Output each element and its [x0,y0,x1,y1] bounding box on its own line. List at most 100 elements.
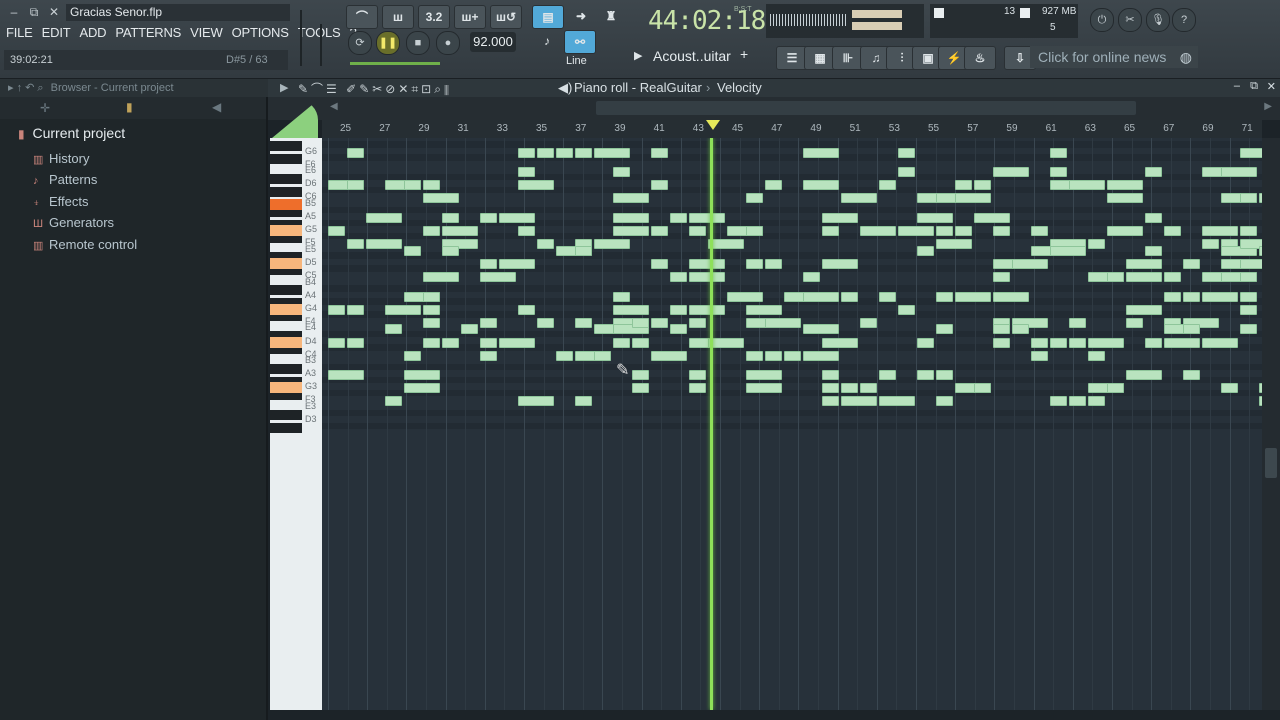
midi-note[interactable] [1126,258,1162,269]
minimize-icon[interactable]: – [1234,80,1240,92]
midi-note[interactable] [955,180,972,191]
midi-note[interactable] [1031,350,1048,361]
black-key[interactable] [270,141,302,151]
midi-note[interactable] [917,370,934,381]
midi-note[interactable] [1202,337,1238,348]
midi-note[interactable] [1145,167,1162,178]
midi-note[interactable] [499,258,535,269]
midi-note[interactable] [1240,272,1257,282]
midi-note[interactable] [1240,304,1257,315]
speaker-icon[interactable]: ◀ [212,100,221,114]
midi-note[interactable] [423,226,440,237]
sort-icon[interactable]: ✛ [40,101,50,115]
midi-note[interactable] [1183,291,1200,302]
pause-button[interactable]: ❚❚ [376,31,400,55]
bar-ruler[interactable]: 25 27 29 31 33 35 37 39 41 43 45 47 49 51 53 55 57 59 61 63… [322,120,1262,138]
browser-item-remote-control[interactable]: ▥ Remote control [33,237,137,252]
midi-note[interactable] [404,350,421,361]
midi-note[interactable] [689,258,725,269]
arrow-icon[interactable]: ▶ [280,81,288,94]
midi-note[interactable] [423,337,440,348]
midi-note[interactable] [803,272,820,282]
menu-patterns[interactable]: PATTERNS [115,25,181,43]
black-key[interactable] [270,186,302,197]
midi-note[interactable] [347,337,364,348]
midi-note[interactable] [1031,337,1048,348]
microphone-icon[interactable]: 🎙 [1146,8,1170,32]
midi-note[interactable] [366,213,402,224]
midi-note[interactable] [841,291,858,302]
tool-icons[interactable]: ✎⌒☰ ✐✎✂⊘✕⌗⊡⌕⫴ [298,80,452,97]
restore-icon[interactable]: ⧉ [1250,80,1258,93]
midi-note[interactable] [898,226,934,237]
midi-note[interactable] [1240,226,1257,237]
midi-note[interactable] [765,317,801,328]
midi-note[interactable] [1126,317,1143,328]
midi-note[interactable] [746,370,782,381]
midi-note[interactable] [404,180,421,191]
midi-note[interactable] [480,213,497,224]
midi-note[interactable] [1031,226,1048,237]
midi-note[interactable] [1202,239,1219,250]
midi-note[interactable] [1221,167,1257,178]
midi-note[interactable] [1183,370,1200,381]
midi-note[interactable] [974,383,991,394]
loop-icon[interactable]: ⟳ [348,31,372,55]
midi-note[interactable] [1164,226,1181,237]
midi-note[interactable] [1069,317,1086,328]
cpu-reset-icon[interactable]: ⏻ [1090,8,1114,32]
midi-note[interactable] [1050,337,1067,348]
midi-note[interactable] [651,350,687,361]
midi-note[interactable] [689,383,706,394]
step-edit-button[interactable]: ш+ [454,5,486,29]
midi-note[interactable] [347,147,364,158]
typing-keyboard-icon[interactable]: ♪ [532,30,562,52]
midi-note[interactable] [1069,180,1105,191]
midi-note[interactable] [936,239,972,250]
midi-note[interactable] [841,396,877,407]
midi-note[interactable] [670,213,687,224]
midi-note[interactable] [651,226,668,237]
black-key[interactable] [270,363,302,374]
menu-file[interactable]: FILE [6,25,33,43]
midi-note[interactable] [936,396,953,407]
midi-note[interactable] [1088,350,1105,361]
midi-note[interactable] [689,213,725,224]
midi-note[interactable] [632,337,649,348]
midi-note[interactable] [442,337,459,348]
midi-note[interactable] [1202,291,1238,302]
midi-note[interactable] [347,180,364,191]
midi-note[interactable] [613,213,649,224]
close-icon[interactable]: ✕ [1267,80,1276,93]
scroll-left-icon[interactable]: ◀ [330,101,338,112]
playhead-marker-icon[interactable] [706,120,720,130]
midi-note[interactable] [803,324,839,335]
midi-note[interactable] [955,193,991,204]
midi-note[interactable] [575,245,592,256]
midi-note[interactable] [974,213,1010,224]
midi-note[interactable] [917,245,934,256]
midi-note[interactable] [632,383,649,394]
midi-note[interactable] [1164,291,1181,302]
midi-note[interactable] [613,193,649,204]
midi-note[interactable] [879,180,896,191]
midi-note[interactable] [822,226,839,237]
midi-note[interactable] [993,272,1010,282]
midi-note[interactable] [727,291,763,302]
midi-note[interactable] [575,396,592,407]
midi-note[interactable] [1145,337,1162,348]
midi-note[interactable] [461,324,478,335]
midi-note[interactable] [746,304,782,315]
vertical-scrollbar[interactable] [1262,138,1280,710]
midi-note[interactable] [613,291,630,302]
midi-note[interactable] [689,272,725,282]
midi-note[interactable] [1126,304,1162,315]
midi-note[interactable] [803,180,839,191]
black-key[interactable] [270,154,302,165]
midi-note[interactable] [328,370,364,381]
midi-note[interactable] [765,258,782,269]
browser-item-history[interactable]: ▥ History [33,151,89,166]
browser-title[interactable]: ▮ Current project [18,125,125,141]
black-key[interactable] [270,409,302,420]
midi-note[interactable] [765,350,782,361]
